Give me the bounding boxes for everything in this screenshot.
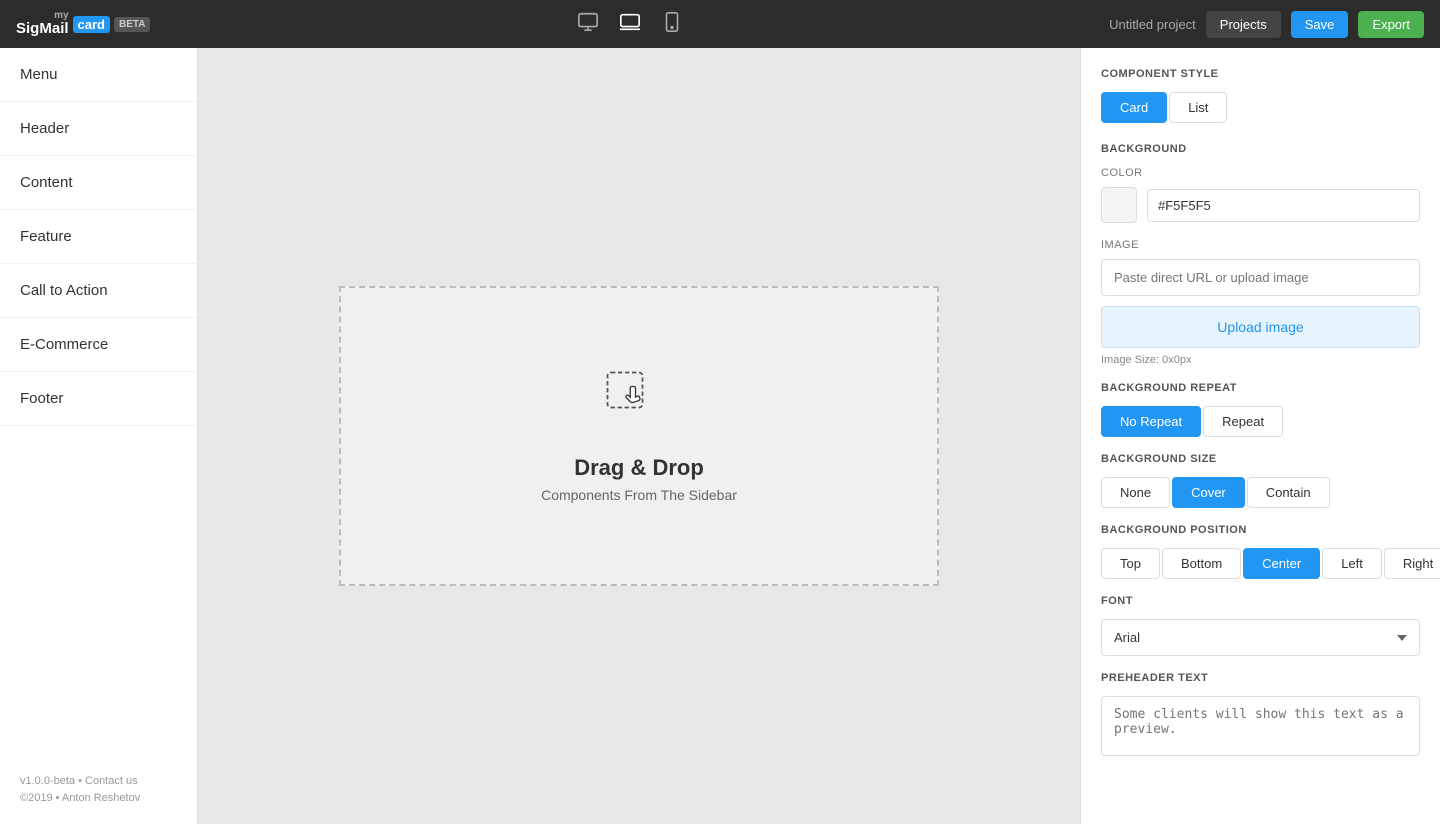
- style-button-group: Card List: [1101, 92, 1420, 123]
- drag-drop-icon: [604, 369, 674, 439]
- sidebar: Menu Header Content Feature Call to Acti…: [0, 48, 198, 824]
- bg-position-label: BACKGROUND POSITION: [1101, 524, 1420, 536]
- font-section: FONT Arial Georgia Verdana Times New Rom…: [1101, 595, 1420, 672]
- logo-card-text: card: [73, 16, 110, 33]
- bg-position-right-button[interactable]: Right: [1384, 548, 1440, 579]
- component-style-section: COMPONENT STYLE Card List: [1101, 68, 1420, 123]
- project-name: Untitled project: [1109, 17, 1196, 32]
- drag-drop-title: Drag & Drop: [574, 455, 704, 481]
- save-button[interactable]: Save: [1291, 11, 1349, 38]
- right-panel: COMPONENT STYLE Card List BACKGROUND COL…: [1080, 48, 1440, 824]
- image-sub-label: IMAGE: [1101, 239, 1420, 251]
- footer-line1: v1.0.0-beta • Contact us: [20, 773, 177, 791]
- bg-position-top-button[interactable]: Top: [1101, 548, 1160, 579]
- image-url-input[interactable]: [1101, 259, 1420, 296]
- bg-position-left-button[interactable]: Left: [1322, 548, 1382, 579]
- font-select[interactable]: Arial Georgia Verdana Times New Roman Co…: [1101, 619, 1420, 656]
- upload-image-button[interactable]: Upload image: [1101, 306, 1420, 348]
- topbar-left: my SigMail card BETA: [16, 11, 150, 38]
- image-size-text: Image Size: 0x0px: [1101, 354, 1420, 366]
- sidebar-item-header[interactable]: Header: [0, 102, 197, 156]
- color-sub-label: COLOR: [1101, 167, 1420, 179]
- projects-button[interactable]: Projects: [1206, 11, 1281, 38]
- beta-badge: BETA: [114, 17, 150, 32]
- topbar-right: Untitled project Projects Save Export: [1109, 11, 1424, 38]
- background-label: BACKGROUND: [1101, 143, 1420, 155]
- sidebar-item-content[interactable]: Content: [0, 156, 197, 210]
- topbar: my SigMail card BETA Untitled project Pr…: [0, 0, 1440, 48]
- sidebar-item-footer[interactable]: Footer: [0, 372, 197, 426]
- bg-size-cover-button[interactable]: Cover: [1172, 477, 1245, 508]
- component-style-label: COMPONENT STYLE: [1101, 68, 1420, 80]
- bg-position-button-group: Top Bottom Center Left Right: [1101, 548, 1420, 579]
- color-input[interactable]: [1147, 189, 1420, 222]
- bg-size-label: BACKGROUND SIZE: [1101, 453, 1420, 465]
- style-card-button[interactable]: Card: [1101, 92, 1167, 123]
- font-label: FONT: [1101, 595, 1420, 607]
- canvas-drop-zone[interactable]: Drag & Drop Components From The Sidebar: [339, 286, 939, 586]
- logo: my SigMail card BETA: [16, 11, 150, 38]
- sidebar-item-ecommerce[interactable]: E-Commerce: [0, 318, 197, 372]
- bg-size-contain-button[interactable]: Contain: [1247, 477, 1330, 508]
- sidebar-item-menu[interactable]: Menu: [0, 48, 197, 102]
- export-button[interactable]: Export: [1358, 11, 1424, 38]
- mobile-icon[interactable]: [661, 11, 683, 38]
- sidebar-item-call-to-action[interactable]: Call to Action: [0, 264, 197, 318]
- sidebar-footer: v1.0.0-beta • Contact us ©2019 • Anton R…: [0, 757, 197, 824]
- style-list-button[interactable]: List: [1169, 92, 1227, 123]
- bg-repeat-label: BACKGROUND REPEAT: [1101, 382, 1420, 394]
- bg-repeat-button[interactable]: Repeat: [1203, 406, 1283, 437]
- canvas-area: Drag & Drop Components From The Sidebar: [198, 48, 1080, 824]
- background-section: BACKGROUND COLOR IMAGE Upload image Imag…: [1101, 143, 1420, 579]
- desktop-icon[interactable]: [577, 11, 599, 38]
- sidebar-item-feature[interactable]: Feature: [0, 210, 197, 264]
- logo-sigmail-text: SigMail: [16, 21, 69, 38]
- bg-no-repeat-button[interactable]: No Repeat: [1101, 406, 1201, 437]
- color-row: [1101, 187, 1420, 223]
- preheader-section: PREHEADER TEXT: [1101, 672, 1420, 761]
- drag-drop-subtitle: Components From The Sidebar: [541, 487, 737, 503]
- color-swatch[interactable]: [1101, 187, 1137, 223]
- bg-position-center-button[interactable]: Center: [1243, 548, 1320, 579]
- bg-position-bottom-button[interactable]: Bottom: [1162, 548, 1241, 579]
- topbar-center: [577, 11, 683, 38]
- bg-size-none-button[interactable]: None: [1101, 477, 1170, 508]
- footer-line2: ©2019 • Anton Reshetov: [20, 790, 177, 808]
- preheader-textarea[interactable]: [1101, 696, 1420, 756]
- laptop-icon[interactable]: [619, 11, 641, 38]
- main-layout: Menu Header Content Feature Call to Acti…: [0, 48, 1440, 824]
- bg-size-button-group: None Cover Contain: [1101, 477, 1420, 508]
- preheader-label: PREHEADER TEXT: [1101, 672, 1420, 684]
- bg-repeat-button-group: No Repeat Repeat: [1101, 406, 1420, 437]
